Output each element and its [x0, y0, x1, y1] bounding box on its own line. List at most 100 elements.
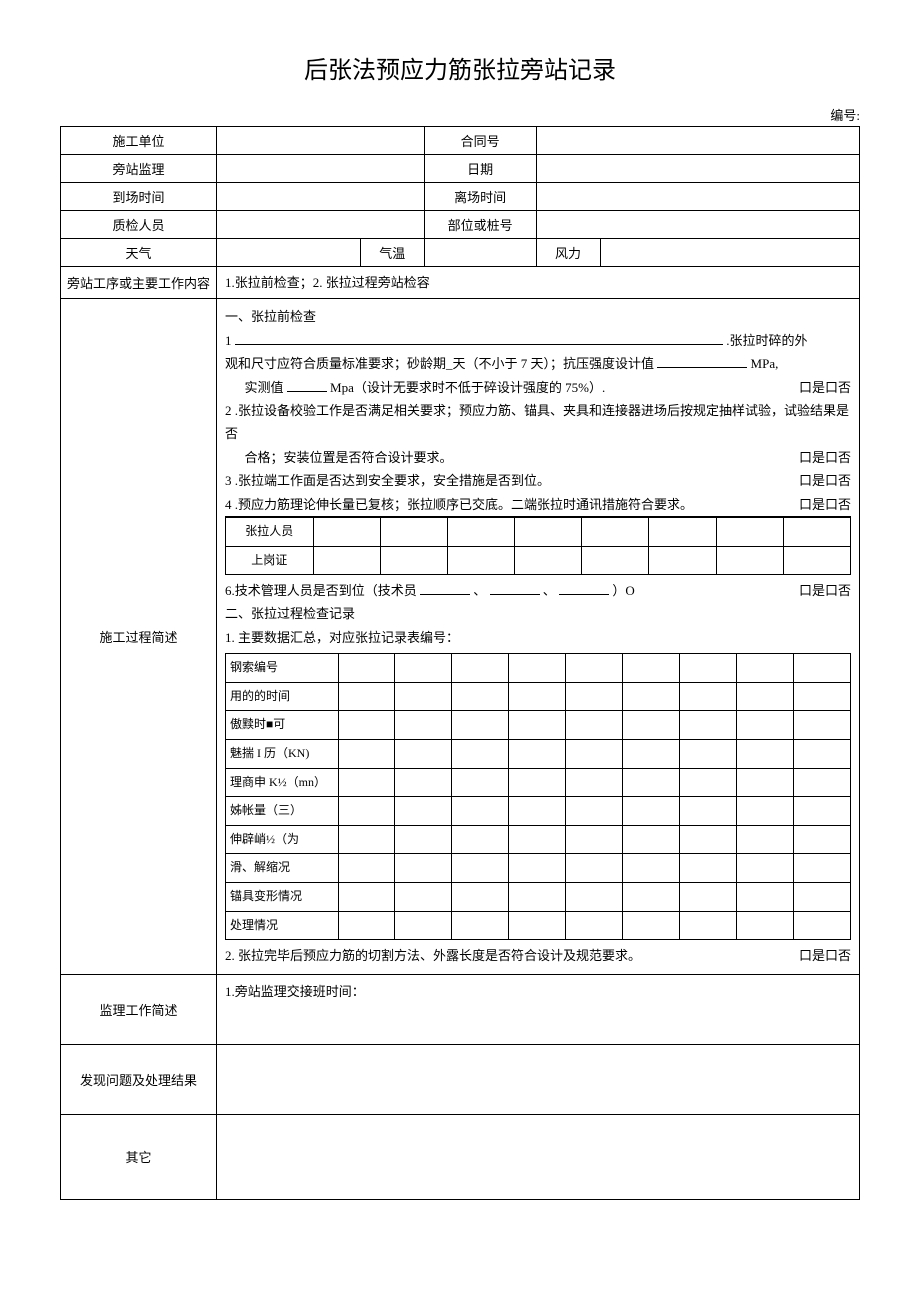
cell[interactable]: [509, 740, 566, 769]
cell[interactable]: [338, 911, 395, 940]
cell[interactable]: [452, 825, 509, 854]
cell[interactable]: [566, 654, 623, 683]
cell[interactable]: [680, 797, 737, 826]
cell[interactable]: [623, 797, 680, 826]
issues-content[interactable]: [217, 1044, 860, 1114]
cell[interactable]: [680, 854, 737, 883]
cell[interactable]: [623, 711, 680, 740]
cell[interactable]: [452, 854, 509, 883]
cell[interactable]: [566, 825, 623, 854]
cell[interactable]: [452, 797, 509, 826]
cell[interactable]: [566, 797, 623, 826]
cell[interactable]: [395, 854, 452, 883]
qc-value[interactable]: [217, 211, 425, 239]
cell[interactable]: [794, 711, 851, 740]
blank-measured[interactable]: [287, 391, 327, 392]
cell[interactable]: [338, 825, 395, 854]
blank-tech1[interactable]: [420, 594, 470, 595]
arrival-value[interactable]: [217, 183, 425, 211]
cell[interactable]: [794, 740, 851, 769]
blank-tech2[interactable]: [490, 594, 540, 595]
cell[interactable]: [447, 546, 514, 575]
cell[interactable]: [395, 682, 452, 711]
cell[interactable]: [783, 546, 850, 575]
cell[interactable]: [313, 517, 380, 546]
yesno-3[interactable]: 口是口否: [799, 469, 851, 492]
cell[interactable]: [623, 854, 680, 883]
cell[interactable]: [395, 883, 452, 912]
cell[interactable]: [452, 911, 509, 940]
departure-value[interactable]: [536, 183, 859, 211]
cell[interactable]: [623, 740, 680, 769]
cell[interactable]: [794, 768, 851, 797]
cell[interactable]: [338, 854, 395, 883]
cell[interactable]: [566, 768, 623, 797]
cell[interactable]: [794, 654, 851, 683]
cell[interactable]: [566, 740, 623, 769]
cell[interactable]: [680, 682, 737, 711]
cell[interactable]: [566, 911, 623, 940]
cell[interactable]: [452, 768, 509, 797]
cell[interactable]: [338, 768, 395, 797]
cell[interactable]: [509, 883, 566, 912]
yesno-6[interactable]: 口是口否: [799, 579, 851, 602]
cell[interactable]: [794, 825, 851, 854]
cell[interactable]: [509, 711, 566, 740]
cell[interactable]: [623, 825, 680, 854]
cell[interactable]: [509, 825, 566, 854]
cell[interactable]: [395, 825, 452, 854]
cell[interactable]: [380, 517, 447, 546]
cell[interactable]: [395, 911, 452, 940]
cell[interactable]: [649, 546, 716, 575]
blank-tech3[interactable]: [559, 594, 609, 595]
cell[interactable]: [452, 740, 509, 769]
cell[interactable]: [623, 883, 680, 912]
cell[interactable]: [582, 517, 649, 546]
wind-value[interactable]: [600, 239, 860, 267]
cell[interactable]: [452, 682, 509, 711]
cell[interactable]: [566, 854, 623, 883]
cell[interactable]: [623, 768, 680, 797]
cell[interactable]: [566, 682, 623, 711]
cell[interactable]: [794, 911, 851, 940]
cell[interactable]: [509, 682, 566, 711]
blank-line[interactable]: [235, 344, 723, 345]
blank-strength[interactable]: [657, 367, 747, 368]
cell[interactable]: [338, 711, 395, 740]
cell[interactable]: [509, 768, 566, 797]
cell[interactable]: [338, 883, 395, 912]
cell[interactable]: [680, 711, 737, 740]
cell[interactable]: [395, 768, 452, 797]
cell[interactable]: [566, 711, 623, 740]
cell[interactable]: [794, 682, 851, 711]
cell[interactable]: [395, 740, 452, 769]
cell[interactable]: [395, 797, 452, 826]
weather-value[interactable]: [217, 239, 361, 267]
cell[interactable]: [737, 768, 794, 797]
supervisor-value[interactable]: [217, 155, 425, 183]
cell[interactable]: [680, 825, 737, 854]
cell[interactable]: [737, 682, 794, 711]
cell[interactable]: [737, 740, 794, 769]
cell[interactable]: [380, 546, 447, 575]
cell[interactable]: [737, 854, 794, 883]
cell[interactable]: [737, 825, 794, 854]
cell[interactable]: [623, 654, 680, 683]
cell[interactable]: [515, 517, 582, 546]
cell[interactable]: [716, 546, 783, 575]
cell[interactable]: [509, 911, 566, 940]
cell[interactable]: [737, 883, 794, 912]
yesno-4[interactable]: 口是口否: [799, 493, 851, 516]
cell[interactable]: [338, 740, 395, 769]
cell[interactable]: [509, 654, 566, 683]
cell[interactable]: [509, 854, 566, 883]
cell[interactable]: [783, 517, 850, 546]
cell[interactable]: [338, 797, 395, 826]
date-value[interactable]: [536, 155, 859, 183]
cell[interactable]: [509, 797, 566, 826]
cell[interactable]: [680, 654, 737, 683]
yesno-2[interactable]: 口是口否: [799, 446, 851, 469]
cell[interactable]: [313, 546, 380, 575]
cell[interactable]: [794, 797, 851, 826]
cell[interactable]: [737, 711, 794, 740]
